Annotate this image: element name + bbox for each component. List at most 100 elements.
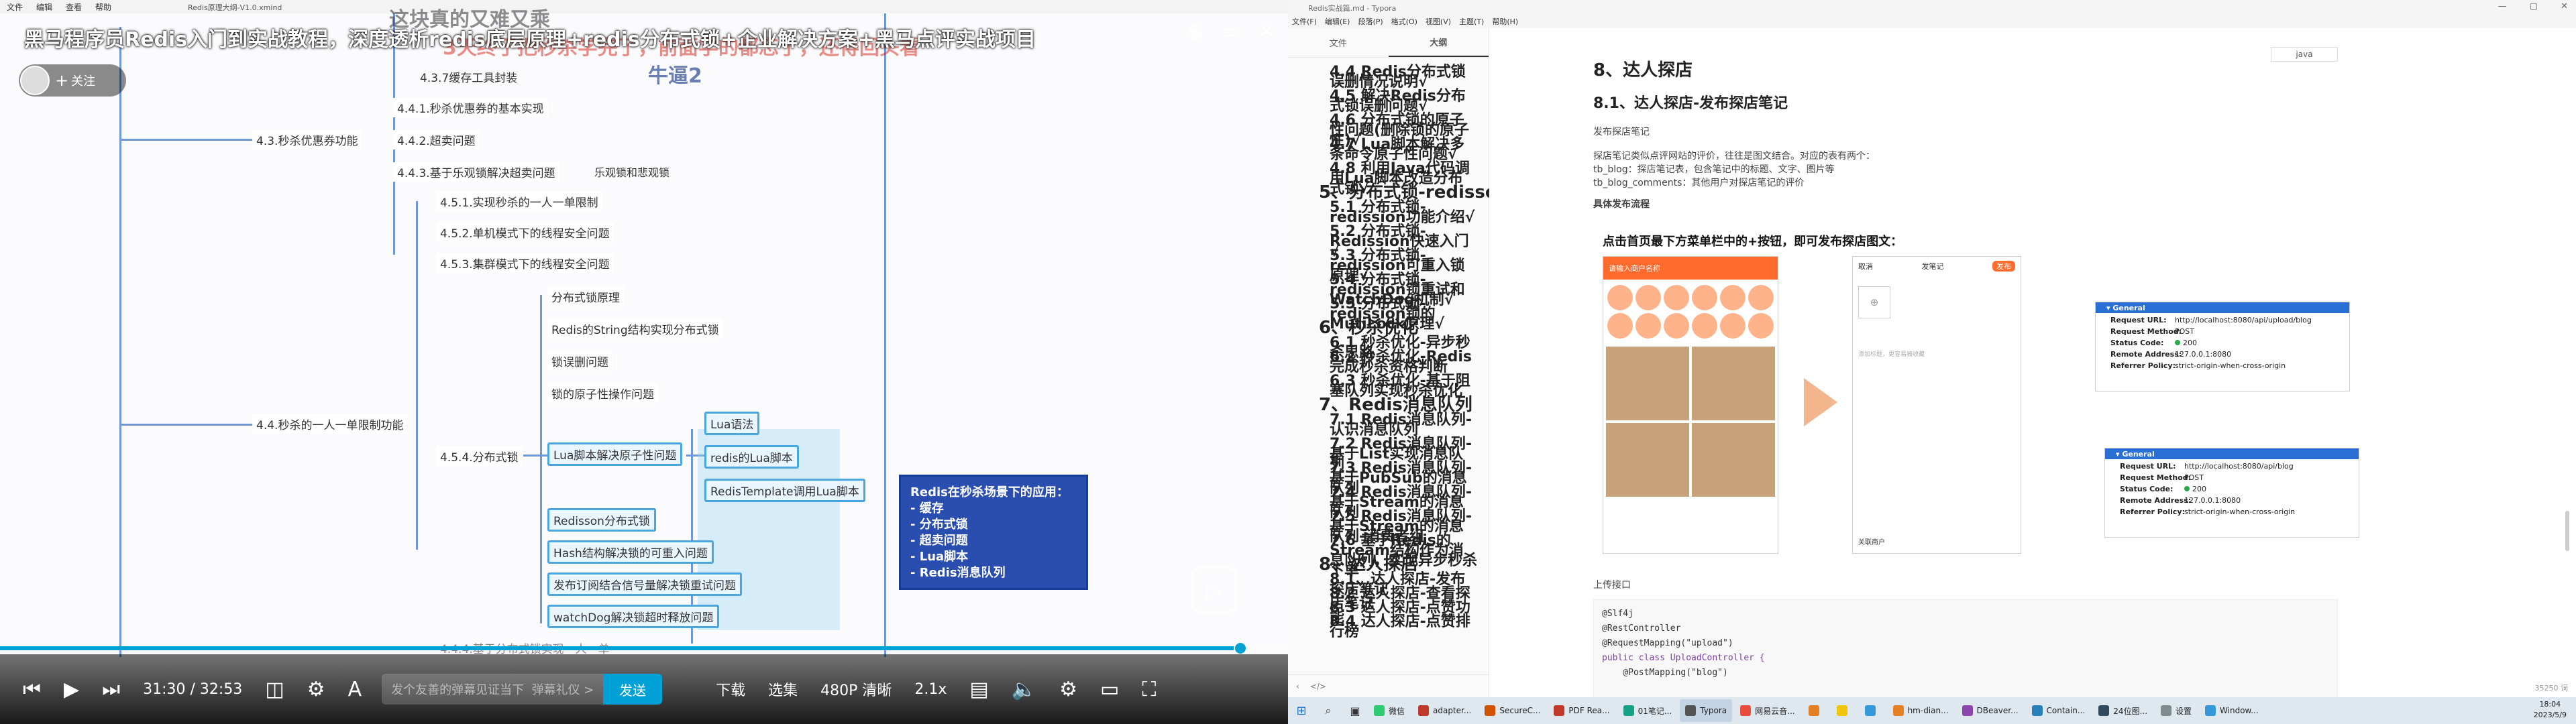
code-block[interactable]: @Slf4j @RestController @RequestMapping("… bbox=[1593, 599, 2338, 697]
taskbar-app[interactable]: DBeaver... bbox=[1957, 699, 2024, 722]
outline-item[interactable]: 4.5 解决Redis分布式锁误删问题√ bbox=[1330, 89, 1477, 114]
taskbar-app[interactable] bbox=[1803, 699, 1829, 722]
phone-header-title: 发笔记 bbox=[1921, 262, 1944, 271]
taskbar-app[interactable]: hm-dian... bbox=[1888, 699, 1954, 722]
mm-node-lua-script: Lua脚本解决原子性问题 bbox=[547, 442, 683, 466]
outline-item[interactable]: 7.1 Redis消息队列-认识消息队列 bbox=[1330, 413, 1477, 438]
phone-publish-header: 取消 发笔记 发布 bbox=[1853, 257, 2021, 276]
paragraph: 探店笔记类似点评网站的评价，往往是图文结合。对应的表有两个： bbox=[1593, 151, 1875, 162]
outline-item[interactable]: 7、Redis消息队列 bbox=[1319, 396, 1472, 414]
taskbar-app[interactable] bbox=[1860, 699, 1885, 722]
prev-icon[interactable]: ⏮ bbox=[23, 678, 41, 701]
task-view-icon[interactable]: ▣ bbox=[1342, 697, 1368, 724]
time-total: 32:53 bbox=[199, 680, 243, 698]
code-language-label[interactable]: java bbox=[2271, 47, 2338, 62]
menu-paragraph[interactable]: 段落(P) bbox=[1358, 16, 1383, 27]
user-icon[interactable]: ◉ bbox=[1187, 20, 1203, 42]
taskbar-app[interactable]: 微信 bbox=[1368, 699, 1410, 722]
fullscreen-icon[interactable]: ⛶ bbox=[1142, 678, 1156, 701]
episodes-button[interactable]: 选集 bbox=[768, 678, 798, 700]
speed-button[interactable]: 2.1x bbox=[914, 681, 947, 698]
video-progress-bar[interactable] bbox=[0, 642, 1288, 655]
menu-edit[interactable]: 编辑(E) bbox=[1325, 16, 1350, 27]
taskbar-app[interactable]: 01笔记... bbox=[1618, 699, 1678, 722]
app-icon bbox=[2161, 705, 2172, 716]
danmaku-settings-icon[interactable]: ⚙ bbox=[307, 678, 325, 701]
maximize-icon[interactable]: ▢ bbox=[2530, 1, 2538, 11]
subtitle-icon[interactable]: ▤ bbox=[969, 678, 988, 701]
tab-files[interactable]: 文件 bbox=[1288, 28, 1389, 57]
scrollbar-thumb[interactable] bbox=[2565, 511, 2569, 551]
req-remote: 127.0.0.1:8080 bbox=[2175, 350, 2232, 359]
outline-item[interactable]: 5.1 分布式锁-redission功能介绍√ bbox=[1330, 200, 1477, 225]
typora-editor[interactable]: java 8、达人探店 8.1、达人探店-发布探店笔记 发布探店笔记 探店笔记类… bbox=[1489, 28, 2576, 697]
danmaku-input[interactable]: 发个友善的弹幕见证当下 弹幕礼仪 > bbox=[382, 674, 604, 705]
app-icon bbox=[1962, 705, 1973, 716]
mm-node-453: 4.5.3.集群模式下的线程安全问题 bbox=[436, 253, 614, 273]
uploader-avatar[interactable] bbox=[20, 66, 50, 95]
danmaku-toggle-icon[interactable]: ◫ bbox=[265, 678, 284, 701]
search-icon[interactable]: ⌕ bbox=[1315, 697, 1342, 724]
taskbar-app[interactable]: Contain... bbox=[2027, 699, 2091, 722]
danmaku-etiquette[interactable]: 弹幕礼仪 > bbox=[532, 680, 594, 698]
download-button[interactable]: 下载 bbox=[716, 678, 745, 700]
category-icon bbox=[1607, 285, 1633, 310]
mm-node-reentrant: Hash结构解决锁的可重入问题 bbox=[547, 540, 714, 564]
taskbar-app[interactable]: PDF Rea... bbox=[1548, 699, 1615, 722]
taskbar-app[interactable]: adapter... bbox=[1413, 699, 1477, 722]
outline-item[interactable]: 4.4 Redis分布式锁误删情况说明√ bbox=[1330, 65, 1477, 90]
close-icon[interactable]: ✕ bbox=[1259, 20, 1275, 42]
photo bbox=[1692, 423, 1775, 497]
taskbar-app[interactable]: 设置 bbox=[2155, 699, 2197, 722]
miniplayer-icon[interactable]: ▷ bbox=[1191, 567, 1237, 613]
outline-item[interactable]: 5、分布式锁-redisson bbox=[1319, 184, 1509, 201]
windows-start-icon[interactable]: ⊞ bbox=[1288, 697, 1315, 724]
danmaku-send-button[interactable]: 发送 bbox=[603, 674, 663, 705]
menu-theme[interactable]: 主题(T) bbox=[1459, 16, 1484, 27]
danmaku-style-icon[interactable]: A bbox=[348, 678, 362, 701]
volume-icon[interactable]: 🔈 bbox=[1012, 678, 1036, 701]
editor-scrollbar[interactable] bbox=[2564, 28, 2571, 697]
menu-format[interactable]: 格式(O) bbox=[1391, 16, 1417, 27]
req-url-label: Request URL: bbox=[2110, 316, 2167, 324]
mindmap-branch-44 bbox=[416, 201, 418, 550]
outline-item[interactable]: 6.3 秒杀优化-基于阻塞队列实现秒杀优化 bbox=[1330, 374, 1477, 399]
paragraph-bold: 具体发布流程 bbox=[1593, 199, 1650, 210]
mindmap-trunk bbox=[119, 27, 121, 657]
taskbar-app[interactable]: 网易云音... bbox=[1735, 699, 1800, 722]
req-status-label: Status Code: bbox=[2110, 339, 2164, 347]
outline-item[interactable]: 4.7 Lua脚本解决多条命令原子性问题√ bbox=[1330, 137, 1477, 162]
tab-outline[interactable]: 大纲 bbox=[1388, 28, 1489, 57]
video-player[interactable]: 文件 编辑 查看 帮助 Redis原理大纲-V1.0.xmind 4.3.7缓存… bbox=[0, 0, 1288, 724]
chevron-left-icon[interactable]: ‹ bbox=[1296, 682, 1299, 691]
widescreen-icon[interactable]: ▭ bbox=[1100, 678, 1119, 701]
phone-search-text: 请输入商户名称 bbox=[1609, 264, 1660, 273]
taskbar-app[interactable] bbox=[1831, 699, 1857, 722]
menu-view[interactable]: 视图(V) bbox=[1426, 16, 1451, 27]
callout-title: Redis在秒杀场景下的应用： bbox=[910, 485, 1069, 499]
code-line: @Slf4j bbox=[1602, 609, 1633, 619]
taskbar-clock[interactable]: 18:04 2023/5/9 bbox=[2534, 699, 2567, 721]
settings-icon[interactable]: ⚙ bbox=[1059, 678, 1077, 701]
taskbar-app[interactable]: 24位图... bbox=[2093, 699, 2153, 722]
outline-item[interactable]: 8.4 达人探店-点赞排行榜 bbox=[1330, 615, 1477, 640]
menu-file[interactable]: 文件(F) bbox=[1292, 16, 1317, 27]
taskbar-app[interactable]: SecureC... bbox=[1479, 699, 1546, 722]
play-icon[interactable]: ▶ bbox=[64, 678, 79, 701]
next-icon[interactable]: ⏭ bbox=[102, 678, 120, 701]
taskbar-app[interactable]: Typora bbox=[1680, 699, 1733, 722]
taskbar-app[interactable]: Window... bbox=[2200, 699, 2264, 722]
code-view-icon[interactable]: </> bbox=[1310, 682, 1326, 691]
menu-help[interactable]: 帮助(H) bbox=[1492, 16, 1518, 27]
outline-item[interactable]: 8、达人探店 bbox=[1319, 556, 1418, 573]
minimize-icon[interactable]: — bbox=[2498, 1, 2507, 11]
follow-button[interactable]: + 关注 bbox=[19, 64, 126, 97]
close-icon[interactable]: ✕ bbox=[2561, 1, 2568, 11]
outline-item[interactable]: 6.2 秒杀优化-Redis完成秒杀资格判断 bbox=[1330, 350, 1477, 375]
callout-item: - Redis消息队列 bbox=[910, 566, 1006, 580]
minimize-icon[interactable]: ▭ bbox=[1222, 20, 1240, 42]
outline-item[interactable]: 6、秒杀优化 bbox=[1319, 319, 1418, 337]
quality-button[interactable]: 480P 清晰 bbox=[820, 678, 892, 700]
progress-knob[interactable] bbox=[1233, 642, 1247, 655]
typora-titlebar: Redis实战篇.md - Typora — ▢ ✕ bbox=[1288, 0, 2576, 15]
